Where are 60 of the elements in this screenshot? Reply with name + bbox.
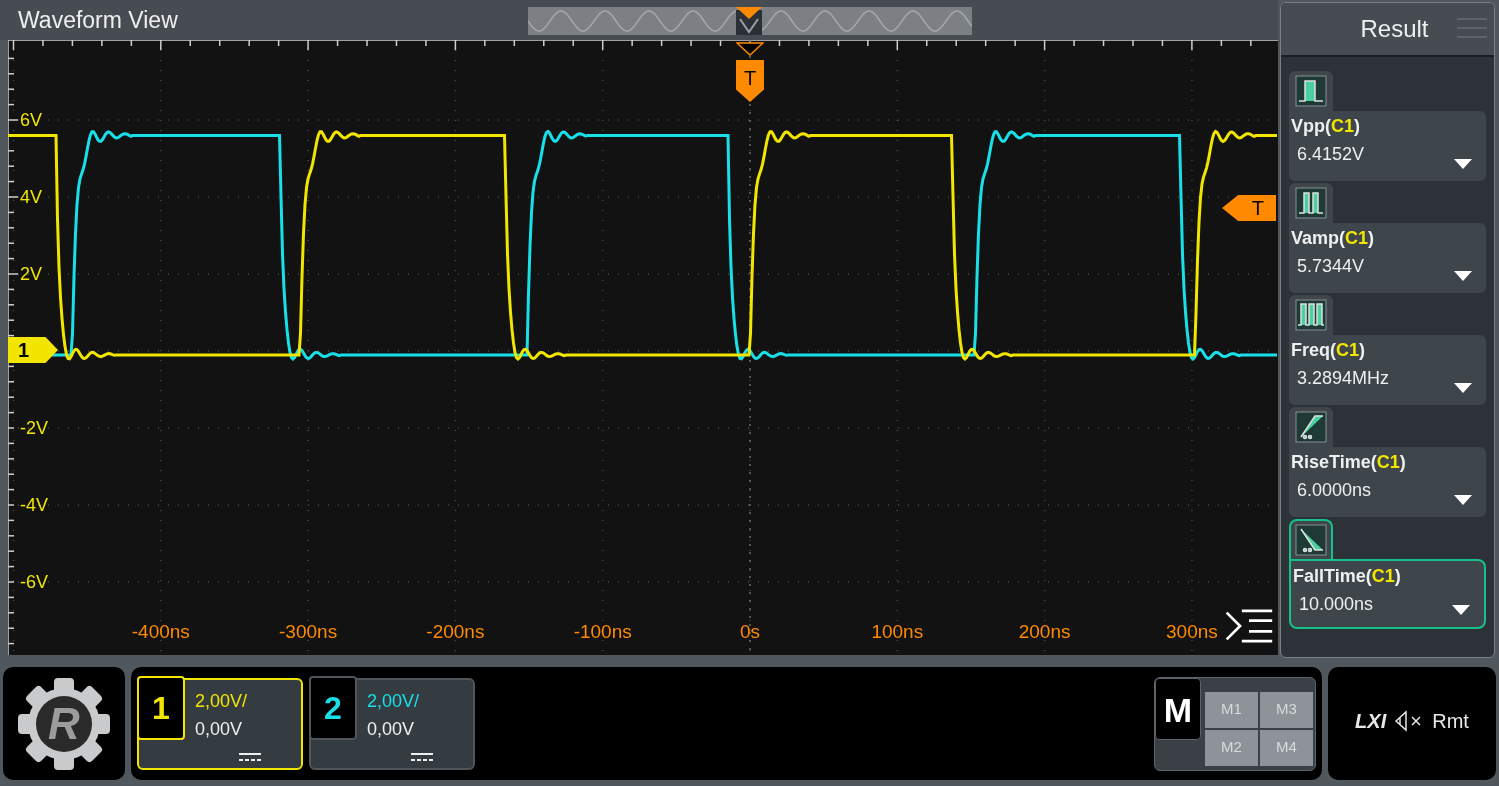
- channel-scale: 2,00V/: [195, 689, 248, 713]
- time-axis-label: 200ns: [1018, 622, 1071, 641]
- time-axis-label: -300ns: [279, 622, 338, 641]
- fall-measurement-icon[interactable]: [1295, 524, 1327, 556]
- dc-coupling-icon: [411, 751, 433, 762]
- channel-number: 2: [309, 675, 357, 740]
- measurement-label: Vpp(C1): [1291, 115, 1360, 138]
- voltage-axis-label: -2V: [20, 419, 48, 437]
- measurement-card[interactable]: Vamp(C1) 5.7344V: [1289, 223, 1486, 293]
- channel-scale: 2,00V/: [367, 689, 420, 713]
- lxi-status: LXI: [1355, 708, 1387, 734]
- dropdown-caret-icon[interactable]: [1454, 383, 1472, 393]
- time-axis-label: 300ns: [1166, 622, 1218, 641]
- time-axis-label: 100ns: [871, 622, 924, 641]
- dc-coupling-icon: [239, 751, 261, 762]
- measurement-value: 6.4152V: [1297, 143, 1365, 166]
- vamp-measurement-icon[interactable]: [1295, 187, 1327, 219]
- measurement-card[interactable]: FallTime(C1) 10.000ns: [1289, 559, 1486, 629]
- trigger-indicator-icon: [736, 42, 764, 56]
- dropdown-caret-icon[interactable]: [1454, 495, 1472, 505]
- voltage-axis-label: 4V: [20, 188, 43, 206]
- rise-measurement-icon[interactable]: [1295, 411, 1327, 443]
- channel-marker[interactable]: 1: [8, 337, 58, 363]
- measurement-card[interactable]: RiseTime(C1) 6.0000ns: [1289, 447, 1486, 517]
- time-axis-label: 0s: [739, 622, 761, 641]
- measurement-value: 3.2894MHz: [1297, 367, 1390, 390]
- freq-measurement-icon[interactable]: [1295, 299, 1327, 331]
- vpp-measurement-icon[interactable]: [1295, 75, 1327, 107]
- trigger-level-marker[interactable]: T: [1222, 195, 1276, 221]
- menu-icon[interactable]: [1224, 606, 1274, 646]
- time-axis-label: -400ns: [131, 622, 190, 641]
- channel-number: 1: [137, 675, 185, 740]
- measurement-label: Vamp(C1): [1291, 227, 1375, 250]
- measurement-value: 6.0000ns: [1297, 479, 1372, 502]
- voltage-axis-label: -6V: [20, 573, 48, 591]
- measurement-label: FallTime(C1): [1293, 565, 1401, 588]
- math-button[interactable]: M: [1155, 677, 1201, 740]
- channel-card[interactable]: 2 2,00V/ 0,00V: [309, 677, 475, 770]
- trigger-position-marker[interactable]: T: [736, 60, 764, 102]
- measurement-value: 5.7344V: [1297, 255, 1365, 278]
- measurement-label: RiseTime(C1): [1291, 451, 1406, 474]
- voltage-axis-label: 6V: [20, 111, 43, 129]
- voltage-axis-label: 2V: [20, 265, 43, 283]
- channel-offset: 0,00V: [367, 717, 415, 741]
- measurement-value: 10.000ns: [1299, 593, 1374, 616]
- time-axis-label: -100ns: [573, 622, 632, 641]
- channel-offset: 0,00V: [195, 717, 243, 741]
- dropdown-caret-icon[interactable]: [1452, 605, 1470, 615]
- panel-title: Result: [1359, 14, 1429, 44]
- remote-status: Rmt: [1432, 708, 1469, 734]
- voltage-axis-label: -4V: [20, 496, 48, 514]
- channel-card[interactable]: 1 2,00V/ 0,00V: [137, 677, 303, 770]
- time-axis-label: -200ns: [426, 622, 485, 641]
- measurement-card[interactable]: Vpp(C1) 6.4152V: [1289, 111, 1486, 181]
- dropdown-caret-icon[interactable]: [1454, 159, 1472, 169]
- waveform-overview-drawing[interactable]: [528, 7, 972, 35]
- measurement-card[interactable]: Freq(C1) 3.2894MHz: [1289, 335, 1486, 405]
- window-title: Waveform View: [18, 5, 178, 35]
- dropdown-caret-icon[interactable]: [1454, 271, 1472, 281]
- measurement-label: Freq(C1): [1291, 339, 1365, 362]
